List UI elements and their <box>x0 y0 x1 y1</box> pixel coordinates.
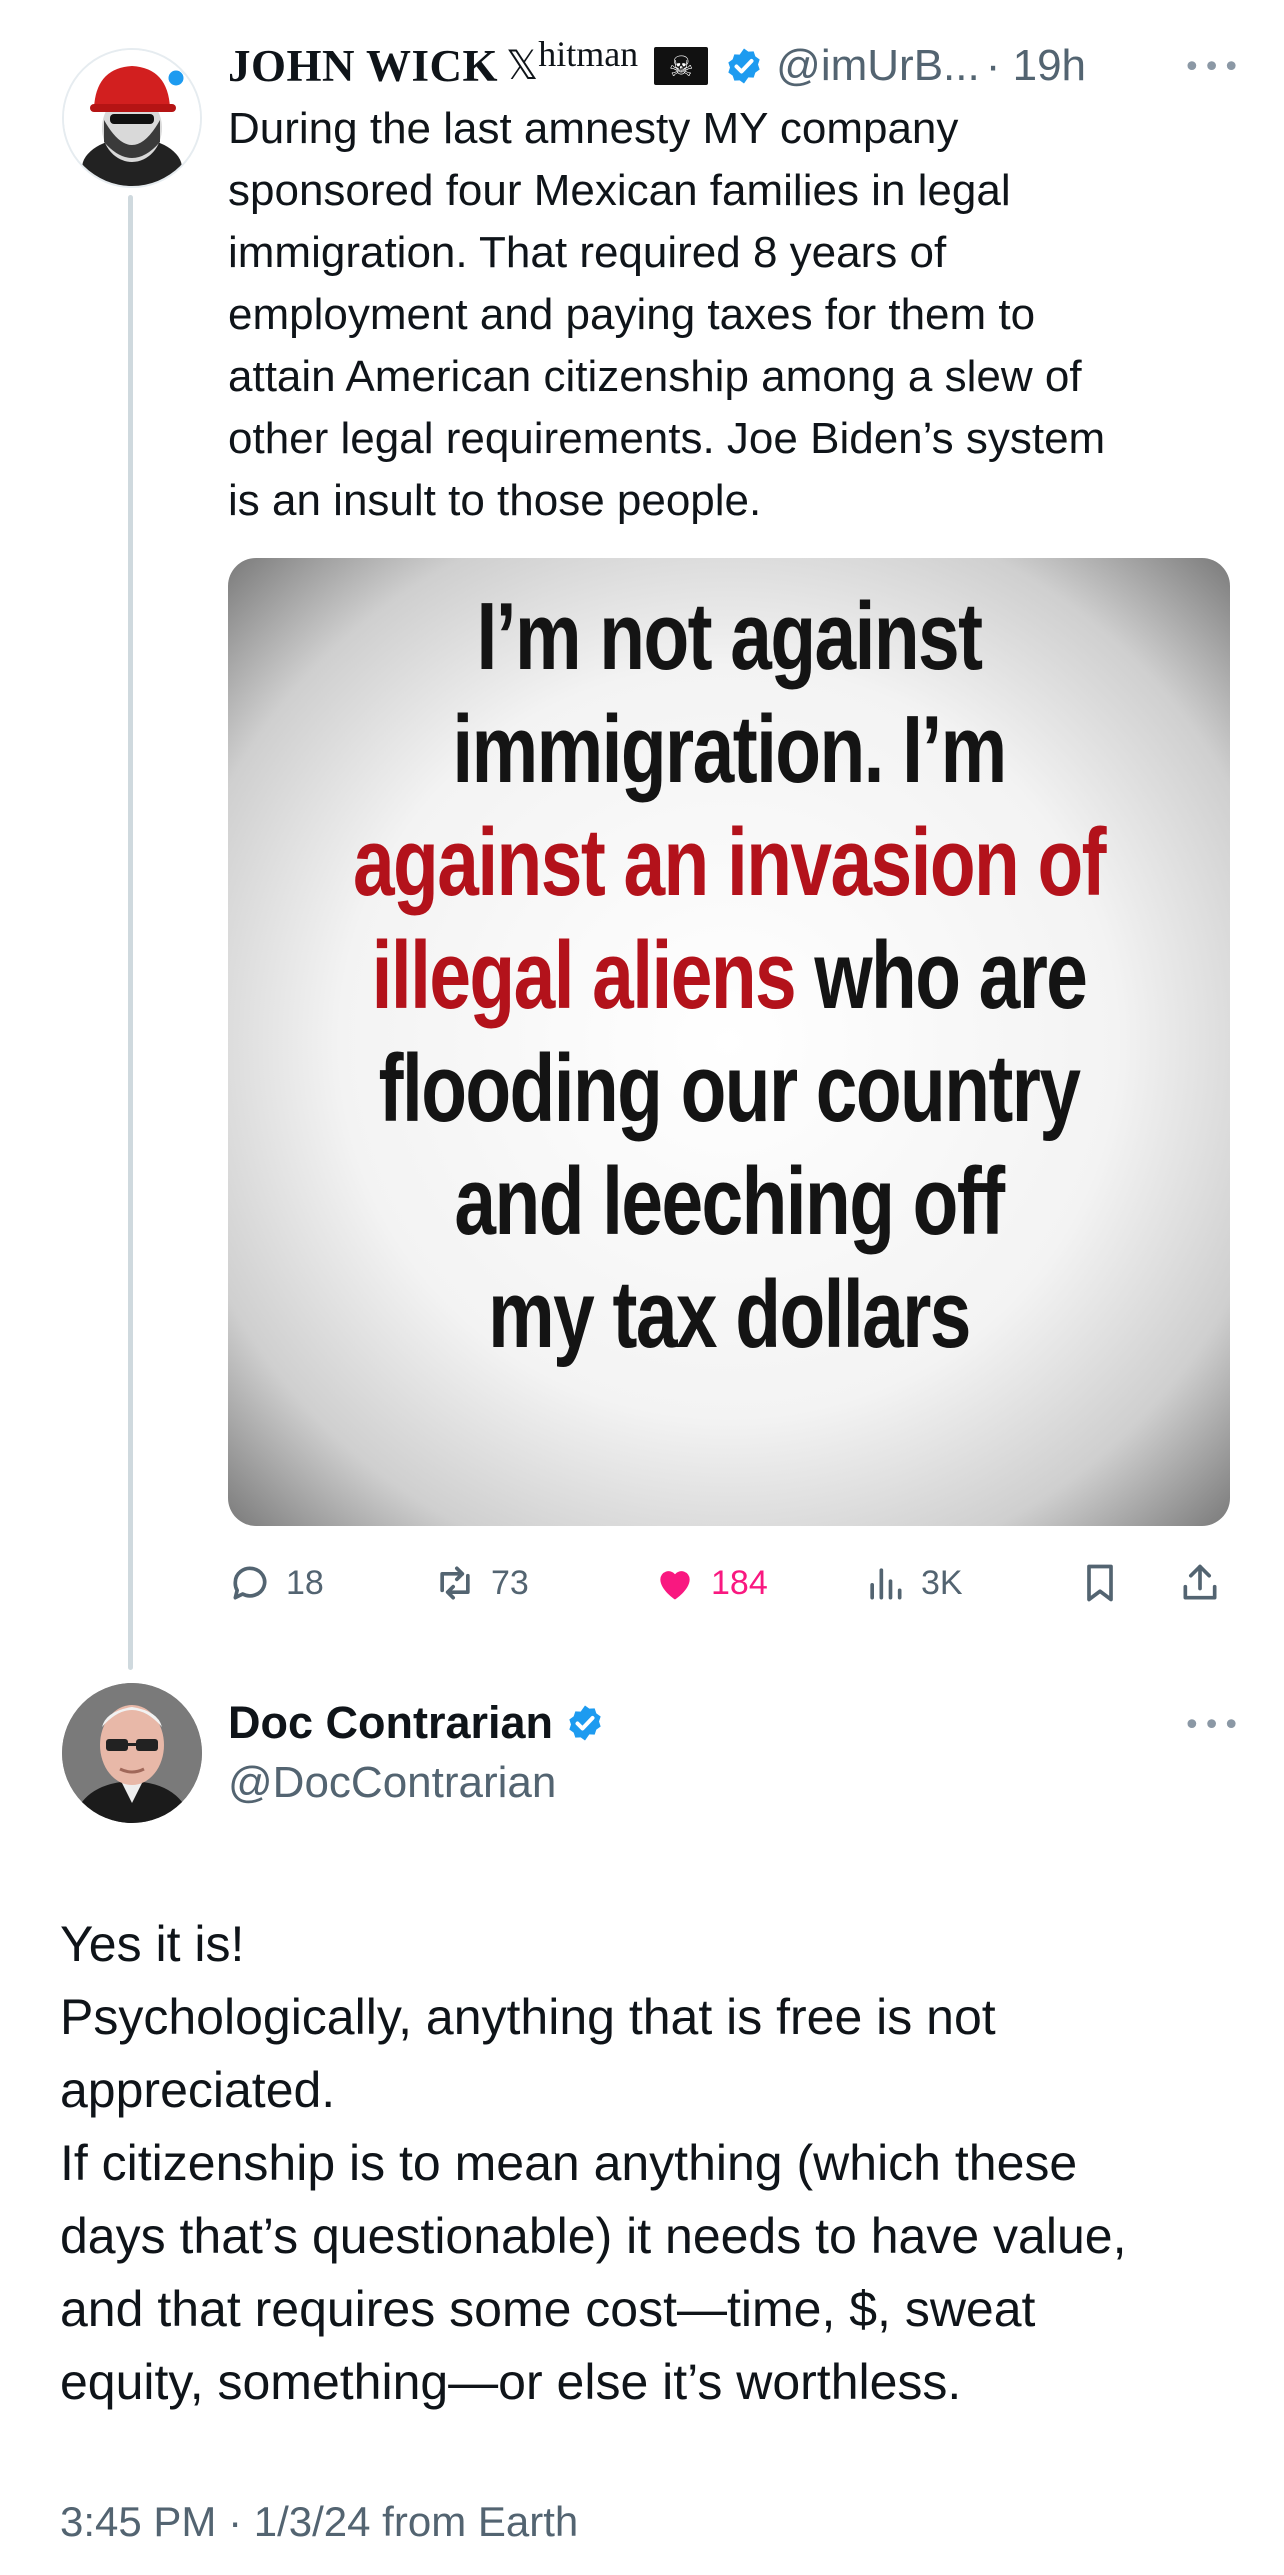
reply-icon <box>233 1566 267 1600</box>
verified-badge-icon <box>728 48 760 84</box>
share-button[interactable] <box>1178 1558 1222 1608</box>
repost-icon <box>440 1566 470 1600</box>
author-name-suffix: hitman <box>538 34 639 74</box>
reply-timestamp[interactable]: 3:45 PM · 1/3/24 from Earth <box>60 2498 578 2546</box>
media-poster-text: I’m not against immigration. I’m against… <box>338 580 1120 1371</box>
more-horizontal-icon[interactable]: ••• <box>1183 50 1242 85</box>
media-line-4-dark: who are <box>814 922 1088 1029</box>
pirate-flag-icon: ☠ <box>654 47 709 85</box>
views-button[interactable]: 3K <box>863 1558 963 1608</box>
tweet-media-image[interactable]: I’m not against immigration. I’m against… <box>228 558 1230 1526</box>
tweet-action-bar: 18 73 184 3K <box>228 1558 1238 1608</box>
bookmark-button[interactable] <box>1078 1558 1122 1608</box>
tweet-time[interactable]: · 19h <box>986 41 1086 91</box>
author-display-name[interactable]: JOHN WICK <box>228 40 498 92</box>
media-line-5: flooding our country <box>378 1035 1081 1142</box>
view-count: 3K <box>921 1563 963 1602</box>
reply-button[interactable]: 18 <box>228 1558 324 1608</box>
media-line-2: immigration. I’m <box>452 696 1007 803</box>
x-logo-glyph: 𝕏 <box>505 43 539 89</box>
more-horizontal-icon[interactable]: ••• <box>1183 1708 1242 1743</box>
reply-handle[interactable]: @DocContrarian <box>228 1758 556 1808</box>
reply-count: 18 <box>286 1563 324 1602</box>
repost-button[interactable]: 73 <box>433 1558 529 1608</box>
like-button[interactable]: 184 <box>653 1558 768 1608</box>
tweet-text: During the last amnesty MY company spons… <box>228 104 1106 525</box>
share-icon <box>1183 1564 1217 1600</box>
author-avatar[interactable] <box>62 48 202 188</box>
bookmark-icon <box>1087 1564 1113 1602</box>
analytics-icon <box>870 1568 902 1600</box>
thread-connector-line <box>128 195 133 1670</box>
reply-author-row: Doc Contrarian <box>228 1693 605 1753</box>
heart-filled-icon <box>660 1571 690 1600</box>
media-line-6: and leeching off <box>454 1148 1005 1255</box>
media-line-4-red: illegal aliens <box>371 922 815 1029</box>
tweet-author-row: JOHN WICK 𝕏 hitman ☠ @imUrB... · 19h <box>228 34 1086 92</box>
repost-count: 73 <box>491 1563 529 1602</box>
media-line-4: illegal aliens who are <box>338 919 1120 1032</box>
reply-author-avatar[interactable] <box>62 1683 202 1823</box>
old-man-avatar-icon <box>62 1683 202 1823</box>
like-count: 184 <box>711 1563 768 1602</box>
maga-hat-avatar-icon <box>64 50 200 186</box>
media-line-1: I’m not against <box>476 583 984 690</box>
reply-text: Yes it is! Psychologically, anything tha… <box>60 1916 1127 2410</box>
verified-badge-icon <box>569 1705 601 1741</box>
media-line-7: my tax dollars <box>488 1261 971 1368</box>
author-handle[interactable]: @imUrB... <box>776 41 980 91</box>
reply-display-name[interactable]: Doc Contrarian <box>228 1697 553 1749</box>
media-line-3: against an invasion of <box>352 809 1107 916</box>
